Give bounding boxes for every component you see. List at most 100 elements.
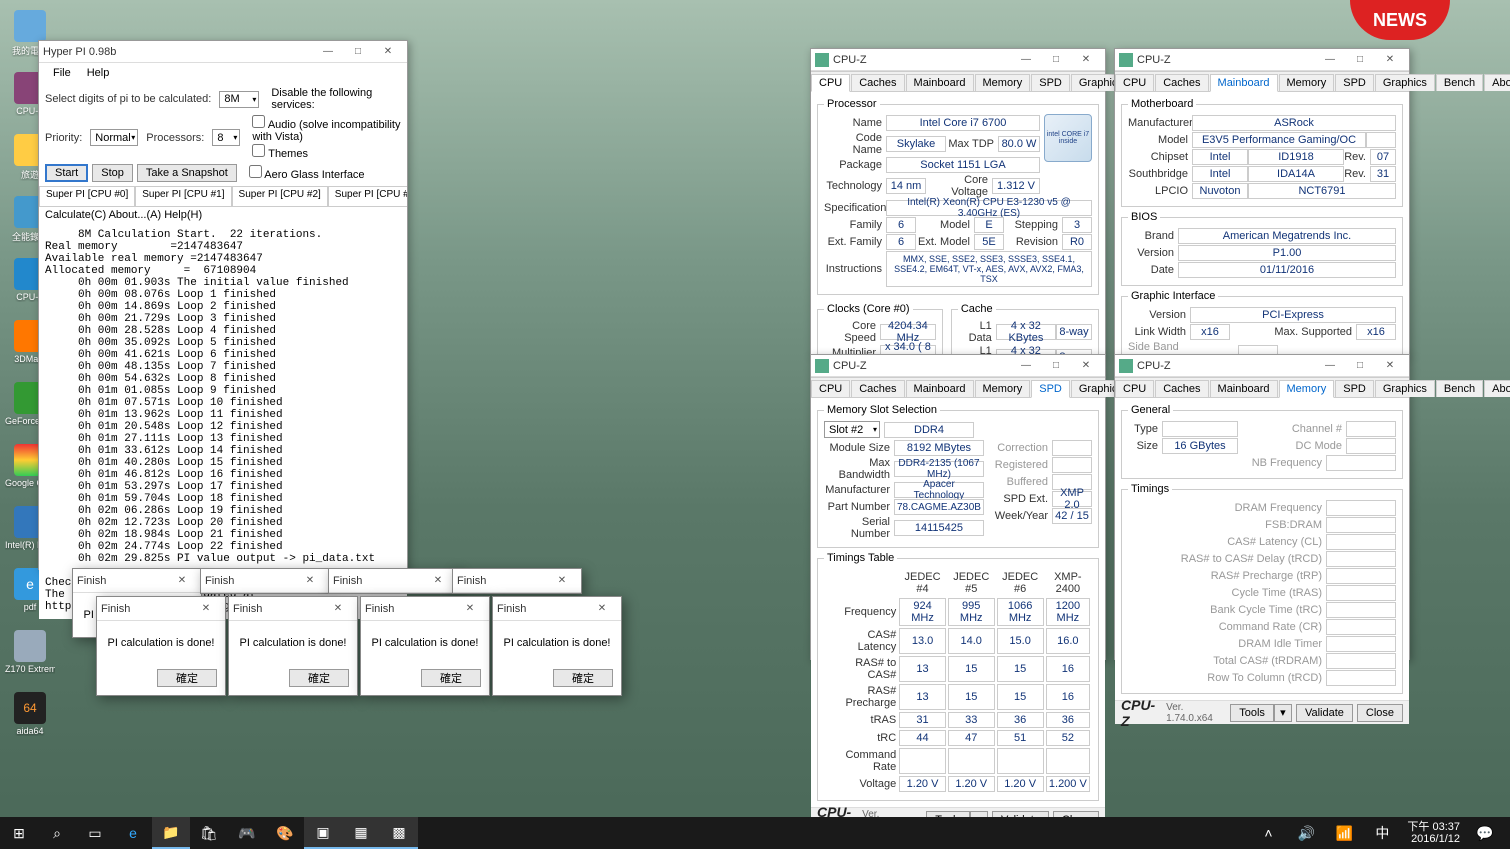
search-button[interactable]: ⌕ — [38, 817, 76, 849]
start-button[interactable]: Start — [45, 164, 88, 182]
hp-tab[interactable]: Super PI [CPU #1] — [135, 186, 231, 206]
tab-bench[interactable]: Bench — [1436, 380, 1483, 397]
close-button[interactable]: ✕ — [1071, 356, 1101, 376]
processors-label: Processors: — [146, 132, 208, 144]
hp-tab[interactable]: Super PI [CPU #3] — [328, 186, 407, 206]
close-button[interactable]: Close — [1357, 704, 1403, 722]
audio-checkbox[interactable]: Audio (solve incompatibility with Vista) — [252, 115, 401, 143]
close-button[interactable]: ✕ — [167, 571, 197, 591]
priority-select[interactable]: Normal — [90, 129, 138, 146]
tab-bench[interactable]: Bench — [1436, 74, 1483, 91]
app-taskbar-icon[interactable]: ▩ — [380, 817, 418, 849]
close-button[interactable]: ✕ — [587, 599, 617, 619]
taskbar-clock[interactable]: 下午 03:372016/1/12 — [1401, 821, 1466, 845]
tray-chevron-icon[interactable]: ˄ — [1249, 817, 1287, 849]
tab-caches[interactable]: Caches — [1155, 380, 1208, 397]
menu-help[interactable]: Help — [79, 65, 118, 81]
tab-cpu[interactable]: CPU — [1115, 74, 1154, 91]
hyperpi-tabs: Super PI [CPU #0] Super PI [CPU #1] Supe… — [39, 186, 407, 207]
cpuz-icon — [815, 359, 829, 373]
tab-graphics[interactable]: Graphics — [1375, 74, 1435, 91]
cpuz-taskbar-icon[interactable]: ▣ — [304, 817, 342, 849]
validate-button[interactable]: Validate — [1296, 704, 1353, 722]
tab-spd[interactable]: SPD — [1335, 74, 1374, 91]
tab-about[interactable]: About — [1484, 74, 1510, 91]
maximize-button[interactable]: □ — [1345, 356, 1375, 376]
digits-select[interactable]: 8M — [219, 91, 259, 108]
hyperpi-titlebar[interactable]: Hyper PI 0.98b — □ ✕ — [39, 41, 407, 63]
tab-spd[interactable]: SPD — [1031, 74, 1070, 91]
tab-memory[interactable]: Memory — [975, 380, 1031, 397]
hyperpi-title: Hyper PI 0.98b — [43, 46, 313, 58]
minimize-button[interactable]: — — [1011, 356, 1041, 376]
app-icon[interactable]: 🎮 — [228, 817, 266, 849]
themes-checkbox[interactable]: Themes — [252, 144, 401, 160]
desktop-icon[interactable]: Z170 Extreme7+ — [10, 630, 50, 680]
tab-mainboard[interactable]: Mainboard — [906, 380, 974, 397]
stop-button[interactable]: Stop — [92, 164, 133, 182]
tab-mainboard[interactable]: Mainboard — [1210, 74, 1278, 92]
close-button[interactable]: ✕ — [1071, 50, 1101, 70]
tab-mainboard[interactable]: Mainboard — [1210, 380, 1278, 397]
cpuz-mainboard-window: CPU-Z—□✕ CPU Caches Mainboard Memory SPD… — [1114, 48, 1410, 356]
edge-icon[interactable]: e — [114, 817, 152, 849]
tab-spd[interactable]: SPD — [1031, 380, 1070, 398]
tab-caches[interactable]: Caches — [851, 380, 904, 397]
ok-button[interactable]: 確定 — [157, 669, 217, 687]
tab-cpu[interactable]: CPU — [1115, 380, 1154, 397]
hp-tab[interactable]: Super PI [CPU #2] — [232, 186, 328, 206]
maximize-button[interactable]: □ — [343, 42, 373, 62]
snapshot-button[interactable]: Take a Snapshot — [137, 164, 237, 182]
tools-button[interactable]: Tools — [1230, 704, 1274, 722]
desktop-icon[interactable]: 64aida64 — [10, 692, 50, 742]
minimize-button[interactable]: — — [1315, 356, 1345, 376]
menu-file[interactable]: File — [45, 65, 79, 81]
minimize-button[interactable]: — — [1315, 50, 1345, 70]
volume-icon[interactable]: 🔊 — [1287, 817, 1325, 849]
start-button[interactable]: ⊞ — [0, 817, 38, 849]
ime-icon[interactable]: 中 — [1363, 817, 1401, 849]
close-button[interactable]: ✕ — [295, 571, 325, 591]
tab-spd[interactable]: SPD — [1335, 380, 1374, 397]
notifications-icon[interactable]: 💬 — [1466, 817, 1504, 849]
ok-button[interactable]: 確定 — [421, 669, 481, 687]
task-view-button[interactable]: ▭ — [76, 817, 114, 849]
tools-dropdown[interactable]: ▾ — [1274, 704, 1292, 722]
tab-cpu[interactable]: CPU — [811, 380, 850, 397]
system-tray[interactable]: ˄ 🔊 📶 中 下午 03:372016/1/12 💬 — [1249, 817, 1510, 849]
hyperpi-taskbar-icon[interactable]: ▦ — [342, 817, 380, 849]
network-icon[interactable]: 📶 — [1325, 817, 1363, 849]
tab-caches[interactable]: Caches — [1155, 74, 1208, 91]
tab-memory[interactable]: Memory — [1279, 74, 1335, 91]
close-button[interactable]: ✕ — [373, 42, 403, 62]
close-button[interactable]: ✕ — [423, 571, 453, 591]
processors-select[interactable]: 8 — [212, 129, 240, 146]
tab-memory[interactable]: Memory — [1279, 380, 1335, 398]
ok-button[interactable]: 確定 — [553, 669, 613, 687]
paint-icon[interactable]: 🎨 — [266, 817, 304, 849]
tab-cpu[interactable]: CPU — [811, 74, 850, 92]
tab-graphics[interactable]: Graphics — [1375, 380, 1435, 397]
disable-label: Disable the following services: — [271, 87, 372, 111]
aero-checkbox[interactable]: Aero Glass Interface — [249, 169, 365, 181]
tab-memory[interactable]: Memory — [975, 74, 1031, 91]
tab-about[interactable]: About — [1484, 380, 1510, 397]
minimize-button[interactable]: — — [313, 42, 343, 62]
maximize-button[interactable]: □ — [1041, 50, 1071, 70]
close-button[interactable]: ✕ — [1375, 50, 1405, 70]
slot-select[interactable]: Slot #2 — [824, 421, 880, 438]
close-button[interactable]: ✕ — [1375, 356, 1405, 376]
tab-mainboard[interactable]: Mainboard — [906, 74, 974, 91]
minimize-button[interactable]: — — [1011, 50, 1041, 70]
explorer-icon[interactable]: 📁 — [152, 817, 190, 849]
store-icon[interactable]: 🛍 — [190, 817, 228, 849]
hp-tab[interactable]: Super PI [CPU #0] — [39, 186, 135, 206]
tab-caches[interactable]: Caches — [851, 74, 904, 91]
close-button[interactable]: ✕ — [191, 599, 221, 619]
close-button[interactable]: ✕ — [323, 599, 353, 619]
maximize-button[interactable]: □ — [1041, 356, 1071, 376]
ok-button[interactable]: 確定 — [289, 669, 349, 687]
close-button[interactable]: ✕ — [455, 599, 485, 619]
maximize-button[interactable]: □ — [1345, 50, 1375, 70]
close-button[interactable]: ✕ — [547, 571, 577, 591]
